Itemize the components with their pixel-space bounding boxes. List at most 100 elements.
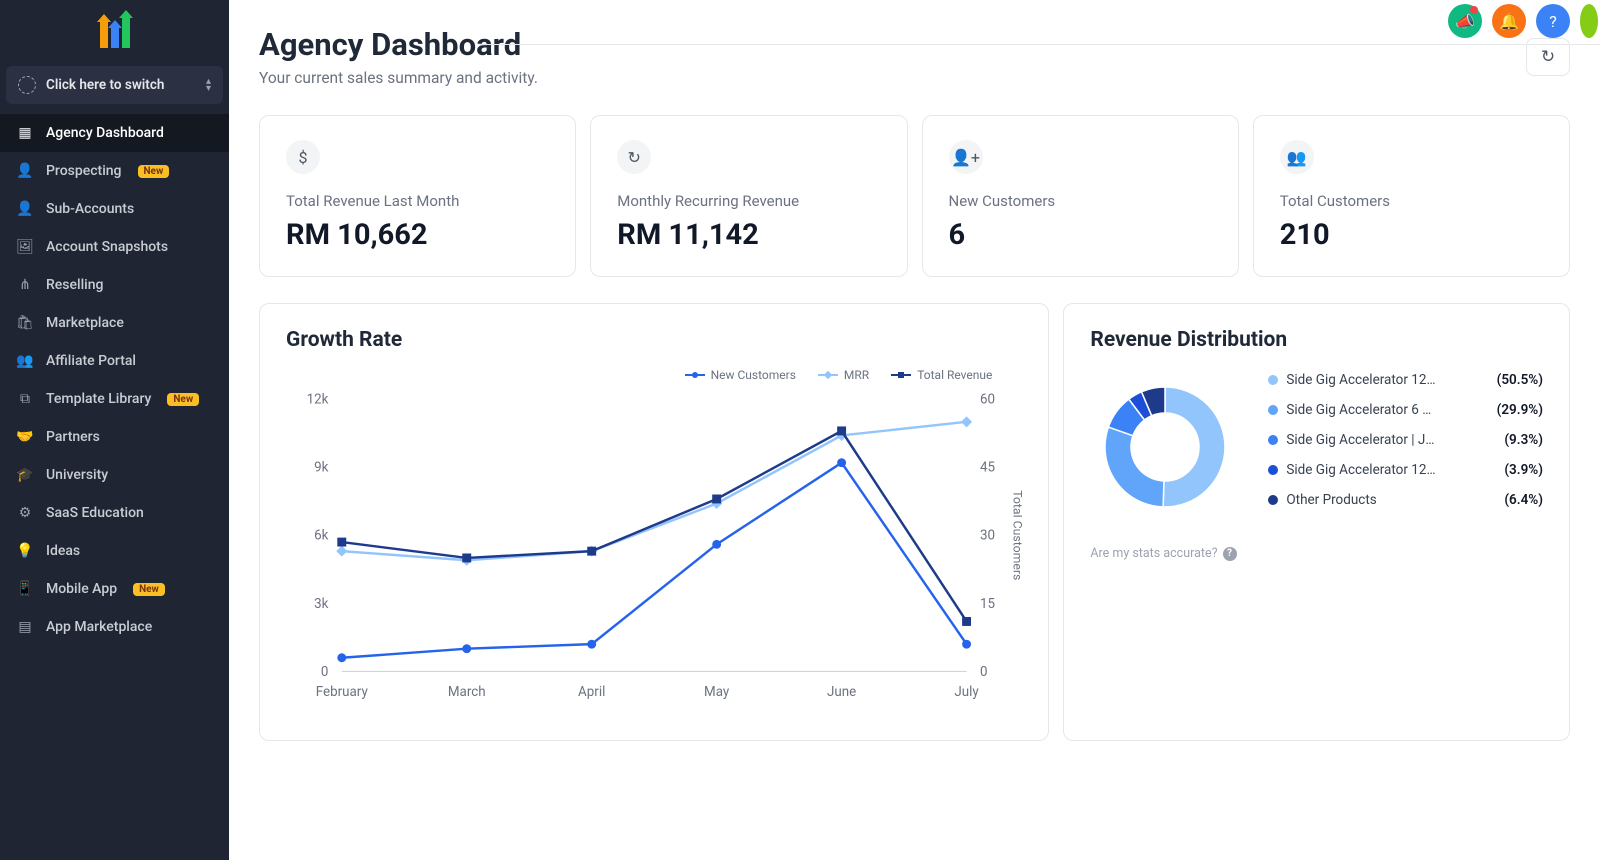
revenue-legend-item[interactable]: Side Gig Accelerator 12… (50.5%) — [1268, 372, 1543, 388]
phone-icon: 📱 — [16, 580, 34, 598]
svg-text:June: June — [827, 685, 856, 700]
legend-percent: (3.9%) — [1504, 462, 1543, 478]
svg-text:March: March — [448, 685, 486, 700]
sidebar-item-account-snapshots[interactable]: 🖼 Account Snapshots — [0, 228, 229, 266]
announcements-button[interactable]: 📣 — [1448, 4, 1482, 38]
nav-label: Reselling — [46, 277, 103, 293]
kpi-icon: $ — [286, 140, 320, 174]
revenue-legend-item[interactable]: Other Products (6.4%) — [1268, 492, 1543, 508]
svg-text:6k: 6k — [314, 529, 329, 544]
kpi-icon: ↻ — [617, 140, 651, 174]
sidebar-item-mobile-app[interactable]: 📱 Mobile App New — [0, 570, 229, 608]
nav-label: SaaS Education — [46, 505, 144, 521]
nav-label: Partners — [46, 429, 100, 445]
svg-text:30: 30 — [980, 529, 995, 544]
sidebar-item-marketplace[interactable]: 🛍 Marketplace — [0, 304, 229, 342]
user-search-icon: 👤 — [16, 162, 34, 180]
sidebar-item-app-marketplace[interactable]: ▤ App Marketplace — [0, 608, 229, 646]
users-icon: 👥 — [16, 352, 34, 370]
growth-chart: 03k6k9k12k015304560Total CustomersFebrua… — [286, 388, 1022, 716]
nav-label: Account Snapshots — [46, 239, 168, 255]
sidebar: Click here to switch ▴▾ ▦ Agency Dashboa… — [0, 0, 229, 860]
kpi-label: Total Customers — [1280, 192, 1543, 210]
question-circle-icon: ? — [1223, 547, 1237, 561]
legend-color-dot — [1268, 405, 1278, 415]
svg-text:April: April — [578, 685, 605, 700]
chevron-up-down-icon: ▴▾ — [206, 78, 211, 92]
sidebar-item-sub-accounts[interactable]: 👤 Sub-Accounts — [0, 190, 229, 228]
grad-icon: 🎓 — [16, 466, 34, 484]
nodes-icon: ⋔ — [16, 276, 34, 294]
stats-accuracy-link[interactable]: Are my stats accurate? ? — [1090, 546, 1543, 561]
svg-text:February: February — [316, 685, 369, 700]
sidebar-item-ideas[interactable]: 💡 Ideas — [0, 532, 229, 570]
svg-text:July: July — [954, 685, 979, 700]
apps-icon: ▤ — [16, 618, 34, 636]
kpi-new-customers: 👤+ New Customers 6 — [922, 115, 1239, 277]
sidebar-item-prospecting[interactable]: 👤 Prospecting New — [0, 152, 229, 190]
new-badge: New — [167, 393, 199, 406]
revenue-legend-item[interactable]: Side Gig Accelerator 6 … (29.9%) — [1268, 402, 1543, 418]
kpi-icon: 👥 — [1280, 140, 1314, 174]
revenue-distribution-panel: Revenue Distribution Side Gig Accelerato… — [1063, 303, 1570, 741]
megaphone-icon: 📣 — [1455, 12, 1475, 31]
notifications-button[interactable]: 🔔 — [1492, 4, 1526, 38]
cubes-icon: ⧉ — [16, 390, 34, 408]
svg-text:0: 0 — [321, 665, 329, 680]
sidebar-item-partners[interactable]: 🤝 Partners — [0, 418, 229, 456]
sidebar-item-agency-dashboard[interactable]: ▦ Agency Dashboard — [0, 114, 229, 152]
grid-icon: ▦ — [16, 124, 34, 142]
sidebar-item-university[interactable]: 🎓 University — [0, 456, 229, 494]
nav-label: Agency Dashboard — [46, 125, 164, 141]
nav-label: App Marketplace — [46, 619, 152, 635]
sidebar-item-template-library[interactable]: ⧉ Template Library New — [0, 380, 229, 418]
svg-text:9k: 9k — [314, 461, 329, 476]
kpi-icon: 👤+ — [949, 140, 983, 174]
help-button[interactable]: ? — [1536, 4, 1570, 38]
nav-label: Mobile App — [46, 581, 117, 597]
revenue-legend: Side Gig Accelerator 12… (50.5%) Side Gi… — [1268, 372, 1543, 522]
sidebar-item-reselling[interactable]: ⋔ Reselling — [0, 266, 229, 304]
kpi-label: Monthly Recurring Revenue — [617, 192, 880, 210]
kpi-value: 210 — [1280, 218, 1543, 252]
legend-percent: (6.4%) — [1504, 492, 1543, 508]
kpi-label: New Customers — [949, 192, 1212, 210]
new-badge: New — [138, 165, 170, 178]
nav-label: Affiliate Portal — [46, 353, 136, 369]
legend-new-customers[interactable]: New Customers — [685, 368, 796, 382]
kpi-total-revenue-last-month: $ Total Revenue Last Month RM 10,662 — [259, 115, 576, 277]
sidebar-nav: ▦ Agency Dashboard 👤 Prospecting New👤 Su… — [0, 114, 229, 646]
kpi-value: RM 10,662 — [286, 218, 549, 252]
avatar-partial[interactable] — [1580, 4, 1598, 38]
kpi-total-customers: 👥 Total Customers 210 — [1253, 115, 1570, 277]
question-icon: ? — [1549, 12, 1557, 31]
svg-text:3k: 3k — [314, 597, 329, 612]
svg-text:60: 60 — [980, 393, 995, 408]
legend-color-dot — [1268, 495, 1278, 505]
main-content: 📣 🔔 ? Agency Dashboard Your current sale… — [229, 0, 1600, 860]
notification-dot — [1470, 6, 1478, 14]
account-switcher[interactable]: Click here to switch ▴▾ — [6, 66, 223, 104]
bag-icon: 🛍 — [16, 314, 34, 332]
page-subtitle: Your current sales summary and activity. — [259, 69, 538, 87]
top-actions: 📣 🔔 ? — [1448, 4, 1600, 38]
nav-label: Ideas — [46, 543, 80, 559]
growth-legend: New Customers MRR Total Revenue — [286, 368, 1022, 382]
legend-color-dot — [1268, 435, 1278, 445]
sidebar-item-saas-education[interactable]: ⚙ SaaS Education — [0, 494, 229, 532]
legend-mrr[interactable]: MRR — [818, 368, 869, 382]
revenue-legend-item[interactable]: Side Gig Accelerator 12… (3.9%) — [1268, 462, 1543, 478]
legend-label: Other Products — [1286, 492, 1376, 508]
svg-text:45: 45 — [980, 461, 995, 476]
header-divider — [479, 44, 1600, 45]
handshake-icon: 🤝 — [16, 428, 34, 446]
gear-cube-icon: ⚙ — [16, 504, 34, 522]
nav-label: Prospecting — [46, 163, 122, 179]
refresh-icon: ↻ — [1541, 47, 1555, 67]
growth-rate-panel: Growth Rate New Customers MRR Total Reve… — [259, 303, 1049, 741]
sidebar-item-affiliate-portal[interactable]: 👥 Affiliate Portal — [0, 342, 229, 380]
legend-label: Side Gig Accelerator 6 … — [1286, 402, 1431, 418]
legend-total-revenue[interactable]: Total Revenue — [891, 368, 992, 382]
revenue-legend-item[interactable]: Side Gig Accelerator | J… (9.3%) — [1268, 432, 1543, 448]
legend-label: Side Gig Accelerator 12… — [1286, 462, 1435, 478]
